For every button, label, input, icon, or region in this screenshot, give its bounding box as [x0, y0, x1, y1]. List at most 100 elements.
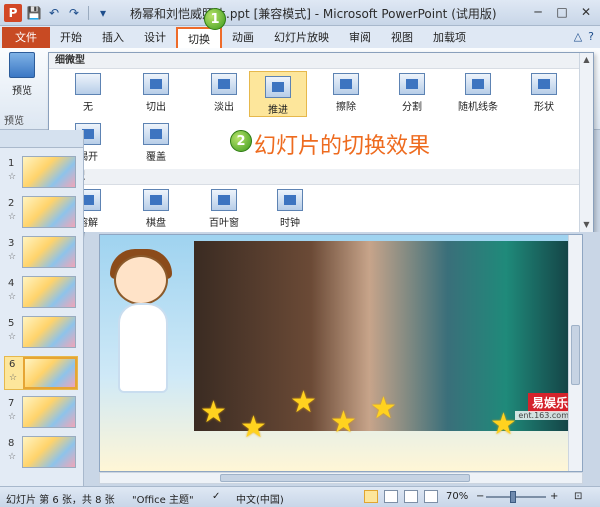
help-icon[interactable]: ? [588, 30, 594, 43]
spell-check-icon[interactable]: ✓ [212, 491, 220, 502]
transition-label: 推进 [268, 105, 288, 116]
star-decoration-icon: ★ [290, 385, 317, 420]
shape-icon [531, 73, 557, 95]
minimize-button[interactable]: ─ [528, 3, 548, 21]
transition-clock[interactable]: 时钟 [261, 185, 319, 229]
slide-thumb-image [22, 396, 76, 428]
transition-wipe[interactable]: 擦除 [317, 69, 375, 113]
transition-star-icon: ☆ [8, 252, 17, 262]
tab-view[interactable]: 视图 [381, 27, 423, 48]
slide-thumbnail-2[interactable]: 2 ☆ [4, 196, 78, 230]
scroll-thumb[interactable] [571, 325, 580, 385]
gallery-scrollbar[interactable]: ▲ ▼ [579, 53, 593, 232]
slide-thumbnail-6[interactable]: 6 ☆ [4, 356, 78, 390]
minimize-ribbon-icon[interactable]: △ [574, 30, 582, 43]
transition-push[interactable]: 推进 [249, 71, 307, 117]
transition-star-icon: ☆ [8, 332, 17, 342]
transition-label: 形状 [534, 102, 554, 113]
slide-sorter-button[interactable] [384, 490, 398, 503]
tab-insert[interactable]: 插入 [92, 27, 134, 48]
transition-fade[interactable]: 淡出 [195, 69, 253, 113]
slide-thumbnail-1[interactable]: 1 ☆ [4, 156, 78, 190]
slide-horizontal-scrollbar[interactable] [99, 472, 583, 484]
language[interactable]: 中文(中国) [236, 491, 284, 506]
save-icon[interactable]: 💾 [26, 5, 42, 21]
section-subtle: 细微型 [49, 53, 593, 69]
transition-label: 覆盖 [146, 152, 166, 163]
transition-checkerboard[interactable]: 棋盘 [127, 185, 185, 229]
transition-star-icon: ☆ [9, 373, 18, 383]
annotation-text: 幻灯片的切换效果 [254, 134, 431, 159]
title-bar: P 💾 ↶ ↷ ▾ 杨幂和刘恺威照片.ppt [兼容模式] - Microsof… [0, 0, 600, 26]
slide-count: 幻灯片 第 6 张，共 8 张 [6, 495, 115, 506]
slideshow-button[interactable] [424, 490, 438, 503]
zoom-slider-handle[interactable] [510, 491, 516, 503]
tab-slideshow[interactable]: 幻灯片放映 [264, 27, 339, 48]
transition-blinds[interactable]: 百叶窗 [195, 185, 253, 229]
slide-thumb-image [22, 316, 76, 348]
scroll-thumb[interactable] [220, 474, 470, 482]
tab-design[interactable]: 设计 [134, 27, 176, 48]
star-decoration-icon: ★ [200, 395, 227, 430]
status-bar: 幻灯片 第 6 张，共 8 张 "Office 主题" ✓ 中文(中国) 70%… [0, 486, 600, 507]
preview-icon [9, 52, 35, 78]
current-slide[interactable]: ★ ★ ★ ★ ★ ★ 易娱乐 ent.163.com [99, 234, 583, 472]
tab-home[interactable]: 开始 [50, 27, 92, 48]
transition-cover[interactable]: 覆盖 [127, 119, 185, 163]
slide-number: 8 [8, 438, 15, 449]
transition-star-icon: ☆ [8, 212, 17, 222]
slide-vertical-scrollbar[interactable] [568, 235, 582, 471]
section-exciting: 华丽型 [49, 169, 593, 185]
star-decoration-icon: ★ [240, 410, 267, 445]
normal-view-button[interactable] [364, 490, 378, 503]
slide-thumbnail-8[interactable]: 8 ☆ [4, 436, 78, 470]
powerpoint-logo-icon: P [4, 4, 22, 22]
view-buttons [364, 490, 438, 503]
zoom-out-button[interactable]: − [476, 491, 484, 502]
reading-view-button[interactable] [404, 490, 418, 503]
fit-to-window-icon[interactable]: ⊡ [574, 491, 582, 502]
zoom-slider-track[interactable] [486, 496, 546, 498]
transition-label: 擦除 [336, 102, 356, 113]
transition-split[interactable]: 分割 [383, 69, 441, 113]
panel-tabs[interactable] [0, 130, 83, 148]
maximize-button[interactable]: □ [552, 3, 572, 21]
slide-editing-area: ★ ★ ★ ★ ★ ★ 易娱乐 ent.163.com [85, 232, 600, 486]
customize-qat-icon[interactable]: ▾ [95, 5, 111, 21]
scroll-down-icon[interactable]: ▼ [580, 218, 593, 232]
transition-label: 随机线条 [458, 102, 498, 113]
slide-number: 6 [9, 359, 16, 370]
preview-label: 预览 [12, 86, 32, 97]
transition-random-bars[interactable]: 随机线条 [449, 69, 507, 113]
slide-thumbnail-4[interactable]: 4 ☆ [4, 276, 78, 310]
transition-none[interactable]: 无 [59, 69, 117, 113]
tab-file[interactable]: 文件 [2, 27, 50, 48]
fade-icon [211, 73, 237, 95]
transition-shape[interactable]: 形状 [515, 69, 573, 113]
slide-thumb-image [22, 196, 76, 228]
preview-button[interactable]: 预览 [4, 52, 40, 97]
annotation-badge-2: 2 [230, 130, 252, 152]
slide-thumbnail-5[interactable]: 5 ☆ [4, 316, 78, 350]
slide-url: ent.163.com [515, 411, 572, 420]
redo-icon[interactable]: ↷ [66, 5, 82, 21]
zoom-level[interactable]: 70% [446, 491, 468, 502]
tab-review[interactable]: 审阅 [339, 27, 381, 48]
scroll-up-icon[interactable]: ▲ [580, 53, 593, 67]
annotation-badge-1: 1 [204, 8, 226, 30]
close-button[interactable]: ✕ [576, 3, 596, 21]
transition-cut[interactable]: 切出 [127, 69, 185, 113]
zoom-in-button[interactable]: + [550, 491, 558, 502]
slide-logo: 易娱乐 [527, 393, 572, 412]
qat-separator [88, 6, 89, 20]
slide-thumb-image [22, 236, 76, 268]
slide-thumbnail-7[interactable]: 7 ☆ [4, 396, 78, 430]
tab-transitions[interactable]: 切换 [176, 27, 222, 48]
tab-addins[interactable]: 加载项 [423, 27, 476, 48]
tab-animations[interactable]: 动画 [222, 27, 264, 48]
slide-thumbnail-3[interactable]: 3 ☆ [4, 236, 78, 270]
transition-label: 百叶窗 [209, 218, 239, 229]
slide-thumb-image [22, 276, 76, 308]
undo-icon[interactable]: ↶ [46, 5, 62, 21]
theme-name[interactable]: "Office 主题" [132, 491, 194, 506]
